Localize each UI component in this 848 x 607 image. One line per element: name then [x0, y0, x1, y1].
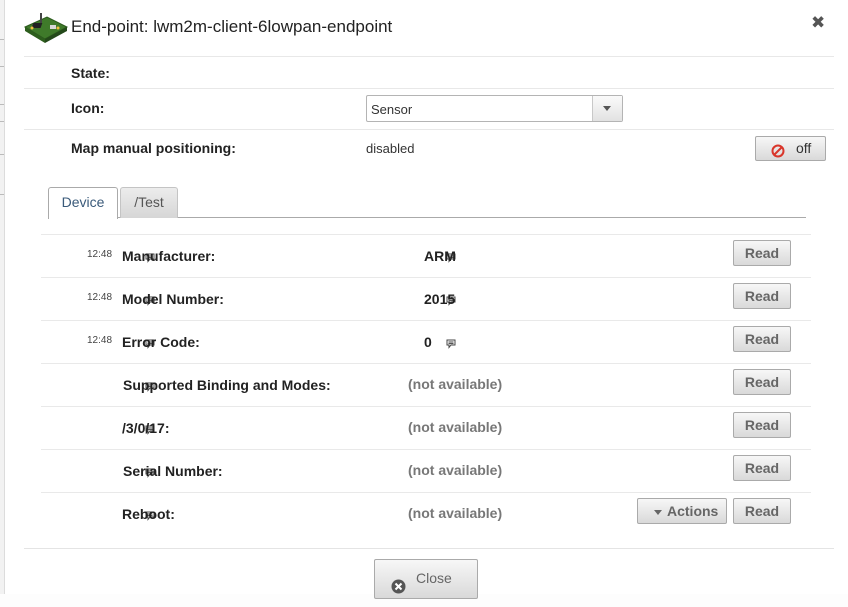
resource-name: Supported Binding and Modes:: [123, 377, 331, 393]
close-circle-icon: [391, 571, 406, 607]
map-positioning-label: Map manual positioning:: [71, 140, 236, 156]
icon-select[interactable]: Sensor: [366, 95, 623, 122]
close-label: Close: [416, 570, 452, 586]
resource-name: Serial Number:: [123, 463, 223, 479]
resource-name: Model Number:: [122, 291, 224, 307]
resource-tabs: Device /Test: [48, 187, 806, 219]
tab-test[interactable]: /Test: [120, 187, 178, 218]
ban-icon: [771, 142, 785, 165]
read-button[interactable]: Read: [733, 283, 791, 309]
comment-icon[interactable]: [446, 336, 456, 354]
actions-label: Actions: [667, 503, 719, 519]
resource-value: (not available): [408, 376, 503, 392]
resource-name: /3/0/17:: [122, 420, 170, 436]
resource-value: ARM: [424, 248, 456, 264]
map-positioning-row: Map manual positioning: disabled: [24, 129, 834, 171]
tab-device[interactable]: Device: [48, 187, 118, 219]
icon-select-value: Sensor: [371, 102, 413, 117]
read-button[interactable]: Read: [733, 412, 791, 438]
resource-row-model-number: 12:48 Model Number: 2015 Read: [41, 277, 811, 320]
state-label: State:: [71, 65, 110, 81]
timestamp: 12:48: [87, 335, 113, 346]
icon-label: Icon:: [71, 100, 105, 116]
dialog-header: End-point: lwm2m-client-6lowpan-endpoint…: [5, 0, 848, 56]
close-icon[interactable]: ✖: [811, 13, 825, 33]
resource-row-reboot: Reboot: (not available) Actions Read: [41, 492, 811, 535]
map-positioning-value: disabled: [366, 141, 415, 156]
read-button[interactable]: Read: [733, 369, 791, 395]
resource-value: 2015: [424, 291, 456, 307]
read-button[interactable]: Read: [733, 455, 791, 481]
actions-dropdown-button[interactable]: Actions: [637, 498, 727, 524]
resource-row-manufacturer: 12:48 Manufacturer: ARM Read: [41, 234, 811, 277]
resource-row-binding-modes: Supported Binding and Modes: (not availa…: [41, 363, 811, 406]
map-positioning-toggle-button[interactable]: off: [755, 136, 826, 161]
resource-row-error-code: 12:48 Error Code: 0 Read: [41, 320, 811, 363]
resource-name: Manufacturer:: [122, 248, 216, 264]
device-board-icon: [23, 13, 69, 50]
caret-down-icon: [654, 510, 662, 515]
toggle-label: off: [796, 140, 812, 156]
resource-name: Error Code:: [122, 334, 200, 350]
resource-name: Reboot:: [122, 506, 175, 522]
dialog-title: End-point: lwm2m-client-6lowpan-endpoint: [71, 17, 393, 36]
resource-value: (not available): [408, 505, 503, 521]
resource-value: (not available): [408, 419, 503, 435]
timestamp: 12:48: [87, 249, 113, 260]
resource-value: 0: [424, 334, 432, 350]
endpoint-dialog: End-point: lwm2m-client-6lowpan-endpoint…: [5, 0, 848, 599]
resource-value: (not available): [408, 462, 503, 478]
resource-row-3-0-17: /3/0/17: (not available) Read: [41, 406, 811, 449]
footer-divider: [24, 548, 834, 549]
read-button[interactable]: Read: [733, 498, 791, 524]
timestamp: 12:48: [87, 292, 113, 303]
read-button[interactable]: Read: [733, 326, 791, 352]
read-button[interactable]: Read: [733, 240, 791, 266]
close-button[interactable]: Close: [374, 559, 478, 599]
chevron-down-icon[interactable]: [592, 96, 622, 121]
resource-row-serial-number: Serial Number: (not available) Read: [41, 449, 811, 492]
